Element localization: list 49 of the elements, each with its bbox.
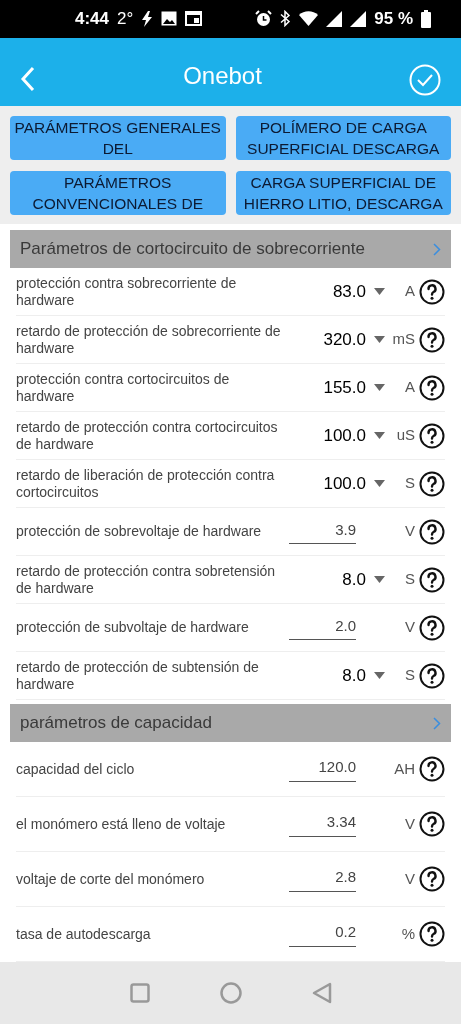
unit-label: uS <box>395 425 415 446</box>
category-button[interactable]: PARÁMETROS CONVENCIONALES DE <box>10 171 226 215</box>
input-field[interactable]: 3.34 <box>289 811 356 837</box>
unit-label: % <box>400 923 415 944</box>
parameter-label: retardo de protección de sobrecorriente de hardware <box>16 322 282 357</box>
unit-label: V <box>404 521 415 542</box>
parameter-label: retardo de liberación de protección contra cortocircuitos <box>16 466 276 501</box>
unit-label: mS <box>391 329 415 350</box>
value-dropdown[interactable]: 8.0 <box>289 566 385 593</box>
input-field[interactable]: 3.9 <box>289 518 356 545</box>
temperature: 2° <box>117 8 134 31</box>
unit-label: V <box>404 813 415 834</box>
parameter-label: protección de subvoltaje de hardware <box>16 619 250 636</box>
category-button[interactable]: CARGA SUPERFICIAL DE HIERRO LITIO, DESCARGA <box>235 171 451 215</box>
parameter-label: el monómero está lleno de voltaje <box>16 815 227 833</box>
parameter-label: retardo de protección de subtensión de hardware <box>16 658 260 693</box>
parameter-label: retardo de protección contra cortocircuitos de hardware <box>16 418 279 453</box>
unit-label: V <box>404 617 415 638</box>
section-header[interactable]: parámetros de capacidad <box>10 704 451 742</box>
value-dropdown[interactable]: 100.0 <box>289 422 385 449</box>
parameter-label: protección de sobrevoltaje de hardware <box>16 523 263 540</box>
parameter-label: protección contra sobrecorriente de hardware <box>16 274 238 309</box>
input-field[interactable]: 2.8 <box>289 866 356 892</box>
page-title: Onebot <box>182 61 263 91</box>
unit-label: S <box>404 665 415 686</box>
unit-label: AH <box>393 758 415 779</box>
category-button[interactable]: POLÍMERO DE CARGA SUPERFICIAL DESCARGA <box>235 116 451 160</box>
unit-label: V <box>404 868 415 889</box>
input-field[interactable]: 0.2 <box>289 921 356 947</box>
parameter-label: retardo de protección contra sobretensión de hardware <box>16 562 277 597</box>
value-dropdown[interactable]: 8.0 <box>289 662 385 689</box>
section-header[interactable]: Parámetros de cortocircuito de sobrecorriente <box>10 230 451 268</box>
unit-label: S <box>404 569 415 590</box>
category-button[interactable]: PARÁMETROS GENERALES DEL <box>10 116 226 160</box>
unit-label: A <box>404 377 415 398</box>
unit-label: A <box>404 281 415 302</box>
value-dropdown[interactable]: 100.0 <box>289 470 385 497</box>
value-dropdown[interactable]: 83.0 <box>289 278 385 305</box>
battery-percentage: 95 % <box>374 8 413 31</box>
unit-label: S <box>404 473 415 494</box>
parameter-label: voltaje de corte del monómero <box>16 870 206 888</box>
clock: 4:44 <box>75 8 110 31</box>
parameter-label: capacidad del ciclo <box>16 760 136 778</box>
value-dropdown[interactable]: 320.0 <box>289 326 385 353</box>
value-dropdown[interactable]: 155.0 <box>289 374 385 401</box>
parameter-label: tasa de autodescarga <box>16 925 152 943</box>
input-field[interactable]: 120.0 <box>289 756 356 782</box>
input-field[interactable]: 2.0 <box>289 614 356 641</box>
parameter-label: protección contra cortocircuitos de hardware <box>16 370 231 405</box>
